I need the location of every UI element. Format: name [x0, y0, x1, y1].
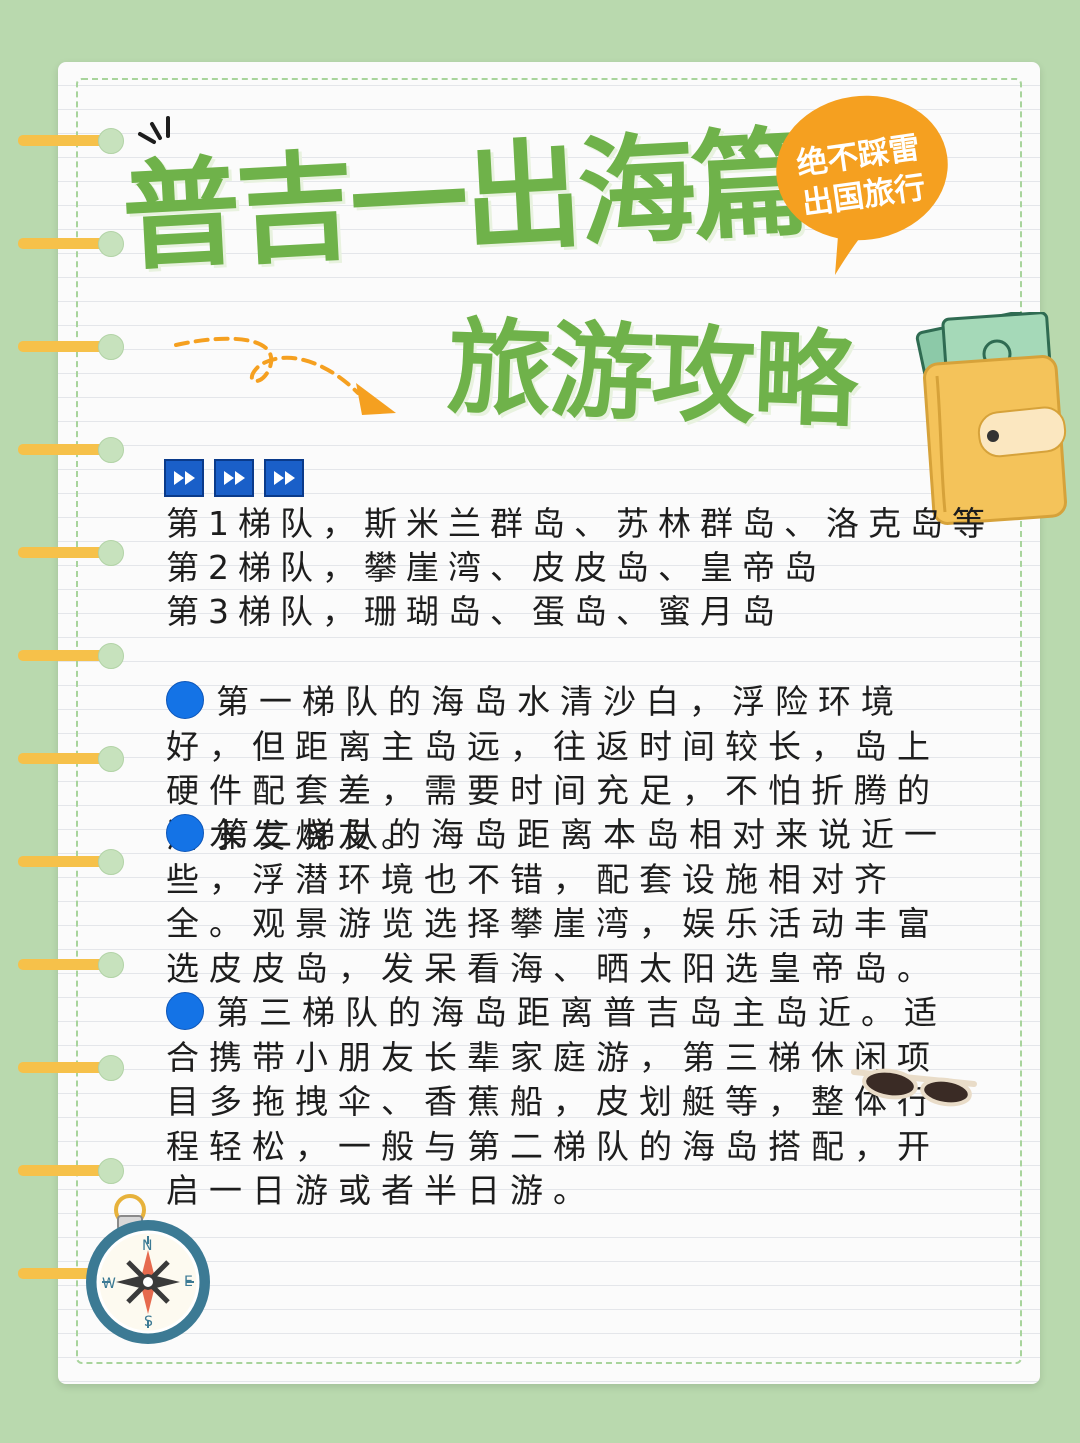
page-subtitle: 旅游攻略: [445, 306, 858, 443]
compass-letter-s: S: [144, 1314, 153, 1330]
blue-circle-icon: [166, 814, 204, 852]
paragraph-tier-2: 第二梯队的海岛距离本岛相对来说近一些，浮潜环境也不错，配套设施相对齐全。观景游览…: [166, 813, 956, 991]
sunglasses-icon: [851, 1068, 977, 1107]
binder-ring: [18, 642, 124, 670]
binder-ring: [18, 745, 124, 773]
blue-circle-icon: [166, 681, 204, 719]
paragraph-tier-2-text: 第二梯队的海岛距离本岛相对来说近一些，浮潜环境也不错，配套设施相对齐全。观景游览…: [166, 815, 947, 988]
binder-ring: [18, 1054, 124, 1082]
compass-letter-w: W: [102, 1276, 116, 1292]
binder-ring: [18, 1157, 124, 1185]
compass-icon: N E S W: [86, 1194, 210, 1344]
dashed-arrow-icon: [174, 336, 396, 415]
fast-forward-icon: [214, 459, 254, 497]
paragraph-tier-3-text: 第三梯队的海岛距离普吉岛主岛近。适合携带小朋友长辈家庭游，第三梯休闲项目多拖拽伞…: [166, 993, 947, 1210]
binder-ring: [18, 951, 124, 979]
binder-ring: [18, 436, 124, 464]
binder-ring: [18, 539, 124, 567]
blue-circle-icon: [166, 992, 204, 1030]
paragraph-tier-3: 第三梯队的海岛距离普吉岛主岛近。适合携带小朋友长辈家庭游，第三梯休闲项目多拖拽伞…: [166, 991, 956, 1214]
binder-ring: [18, 333, 124, 361]
binder-ring: [18, 848, 124, 876]
compass-letter-e: E: [184, 1274, 193, 1290]
fast-forward-icon: [164, 459, 204, 497]
fast-forward-group: [164, 459, 304, 497]
compass-letter-n: N: [142, 1238, 152, 1254]
wallet-icon: [915, 312, 1067, 525]
tier-line-1: 第1梯队，斯米兰群岛、苏林群岛、洛克岛等: [166, 504, 994, 543]
tier-line-3: 第3梯队，珊瑚岛、蛋岛、蜜月岛: [166, 592, 784, 631]
fast-forward-icon: [264, 459, 304, 497]
tier-line-2: 第2梯队，攀崖湾、皮皮岛、皇帝岛: [166, 548, 826, 587]
